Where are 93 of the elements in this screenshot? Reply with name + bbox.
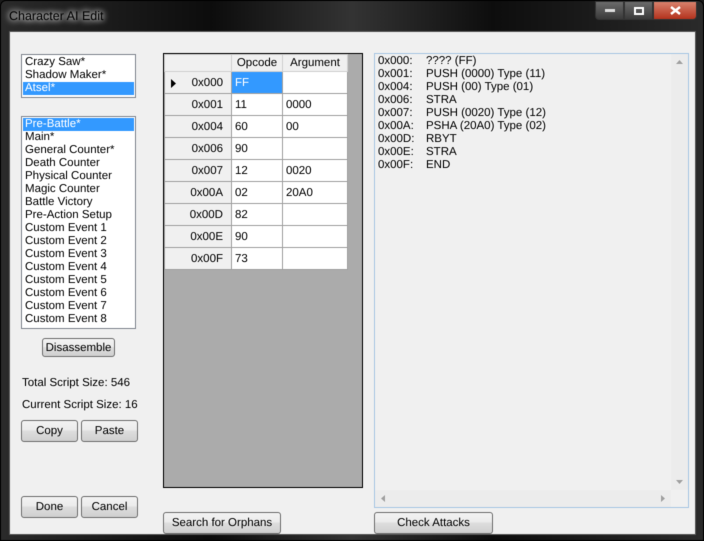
table-cell[interactable]: 82 xyxy=(232,204,282,226)
row-header: 0x00F xyxy=(191,252,223,264)
address-text: 0x006: xyxy=(378,94,414,107)
list-item[interactable]: Custom Event 3 xyxy=(23,248,134,261)
paste-button[interactable]: Paste xyxy=(81,420,138,442)
instruction-text: PUSH (00) Type (01) xyxy=(426,81,534,94)
current-script-size-label: Current Script Size: 16 xyxy=(22,399,139,411)
grid-row[interactable]: 0x00D 82 xyxy=(164,204,348,226)
table-cell[interactable]: 90 xyxy=(232,138,282,160)
table-cell[interactable]: 11 xyxy=(232,94,282,116)
search-for-orphans-button[interactable]: Search for Orphans xyxy=(163,512,281,534)
list-item[interactable]: Physical Counter xyxy=(23,170,134,183)
copy-button[interactable]: Copy xyxy=(21,420,78,442)
row-header: 0x00A xyxy=(190,186,223,198)
row-header: 0x001 xyxy=(192,98,223,110)
row-header: 0x000 xyxy=(192,76,223,88)
list-item[interactable]: Magic Counter xyxy=(23,183,134,196)
address-text: 0x00F: xyxy=(378,159,414,172)
column-header[interactable]: Opcode xyxy=(232,54,282,72)
close-button[interactable] xyxy=(653,1,697,20)
horizontal-scrollbar[interactable] xyxy=(375,490,671,508)
list-item[interactable]: Main* xyxy=(23,131,134,144)
table-cell[interactable]: 0000 xyxy=(282,94,348,116)
row-header: 0x004 xyxy=(192,120,223,132)
vertical-scrollbar[interactable] xyxy=(671,54,688,490)
list-item[interactable]: Custom Event 6 xyxy=(23,287,134,300)
close-icon xyxy=(670,6,680,15)
opcode-grid[interactable]: Opcode Argument 0x000 FF 0x001 11 0000 0x004 60 00 0x006 90 0x007 12 0020 0x00A 02 20A0 0x00D 82 0x00E 90 0x00F 73 xyxy=(163,53,363,488)
table-cell[interactable]: 20A0 xyxy=(282,182,348,204)
table-cell[interactable]: 73 xyxy=(232,248,282,270)
character-list[interactable]: Crazy Saw* Shadow Maker* Atsel* xyxy=(21,54,136,98)
column-header[interactable]: Argument xyxy=(282,54,348,72)
instruction-text: STRA xyxy=(426,146,457,159)
table-cell[interactable]: 02 xyxy=(232,182,282,204)
list-item[interactable]: Pre-Action Setup xyxy=(23,209,134,222)
table-cell[interactable]: 12 xyxy=(232,160,282,182)
minimize-button[interactable] xyxy=(595,1,624,20)
instruction-text: STRA xyxy=(426,94,457,107)
window-title: Character AI Edit xyxy=(9,8,104,22)
list-item[interactable]: Custom Event 7 xyxy=(23,300,134,313)
list-item[interactable]: Shadow Maker* xyxy=(23,69,134,82)
disassemble-button[interactable]: Disassemble xyxy=(42,338,115,357)
scroll-right-icon[interactable] xyxy=(661,495,665,502)
address-text: 0x00A: xyxy=(378,120,415,133)
grid-row[interactable]: 0x004 60 00 xyxy=(164,116,348,138)
list-item[interactable]: Custom Event 8 xyxy=(23,313,134,326)
grid-row[interactable]: 0x000 FF xyxy=(164,72,348,94)
list-item[interactable]: Custom Event 1 xyxy=(23,222,134,235)
grid-row[interactable]: 0x00A 02 20A0 xyxy=(164,182,348,204)
scroll-up-icon[interactable] xyxy=(676,60,683,64)
address-text: 0x001: xyxy=(378,68,414,81)
list-item[interactable]: Death Counter xyxy=(23,157,134,170)
list-item[interactable]: Custom Event 5 xyxy=(23,274,134,287)
table-cell[interactable]: 60 xyxy=(232,116,282,138)
list-item[interactable]: Crazy Saw* xyxy=(23,56,134,69)
row-header: 0x006 xyxy=(192,142,223,154)
grid-row[interactable]: 0x001 11 0000 xyxy=(164,94,348,116)
table-cell[interactable]: 90 xyxy=(232,226,282,248)
row-header: 0x007 xyxy=(192,164,223,176)
disassembly-text-box[interactable]: 0x000: ???? (FF) 0x001: PUSH (0000) Type (11) 0x004: PUSH (00) Type (01) 0x006: STRA 0x007: PUSH (0020) Type (12) 0x00A: PSHA (20A0) Type (02) 0x00D: RBYT 0x00E: STRA 0x00F: END xyxy=(374,53,689,508)
scroll-down-icon[interactable] xyxy=(676,480,683,484)
check-attacks-button[interactable]: Check Attacks xyxy=(374,512,493,534)
grid-row[interactable]: 0x00E 90 xyxy=(164,226,348,248)
address-text: 0x00D: xyxy=(378,133,416,146)
address-text: 0x007: xyxy=(378,107,414,120)
address-text: 0x00E: xyxy=(378,146,415,159)
instruction-text: PUSH (0000) Type (11) xyxy=(426,68,546,81)
instruction-text: RBYT xyxy=(426,133,457,146)
cancel-button[interactable]: Cancel xyxy=(81,496,138,518)
list-item[interactable]: General Counter* xyxy=(23,144,134,157)
done-button[interactable]: Done xyxy=(21,496,78,518)
maximize-button[interactable] xyxy=(624,1,653,20)
scroll-left-icon[interactable] xyxy=(381,495,385,502)
row-header: 0x00D xyxy=(190,208,223,220)
address-text: 0x000: xyxy=(378,55,414,68)
minimize-icon xyxy=(604,9,614,12)
grid-row[interactable]: 0x00F 73 xyxy=(164,248,348,270)
grid-row[interactable]: 0x007 12 0020 xyxy=(164,160,348,182)
list-item[interactable]: Battle Victory xyxy=(23,196,134,209)
instruction-text: PSHA (20A0) Type (02) xyxy=(426,120,546,133)
instruction-text: PUSH (0020) Type (12) xyxy=(426,107,546,120)
total-script-size-label: Total Script Size: 546 xyxy=(22,377,132,389)
address-text: 0x004: xyxy=(378,81,414,94)
list-item[interactable]: Custom Event 2 xyxy=(23,235,134,248)
instruction-text: END xyxy=(426,159,450,172)
table-cell[interactable]: 00 xyxy=(282,116,348,138)
script-list[interactable] xyxy=(21,116,136,329)
grid-row[interactable]: 0x006 90 xyxy=(164,138,348,160)
maximize-icon xyxy=(634,6,644,14)
row-header: 0x00E xyxy=(190,230,223,242)
table-cell[interactable]: 0020 xyxy=(282,160,348,182)
list-item[interactable]: Custom Event 4 xyxy=(23,261,134,274)
instruction-text: ???? (FF) xyxy=(426,55,476,68)
